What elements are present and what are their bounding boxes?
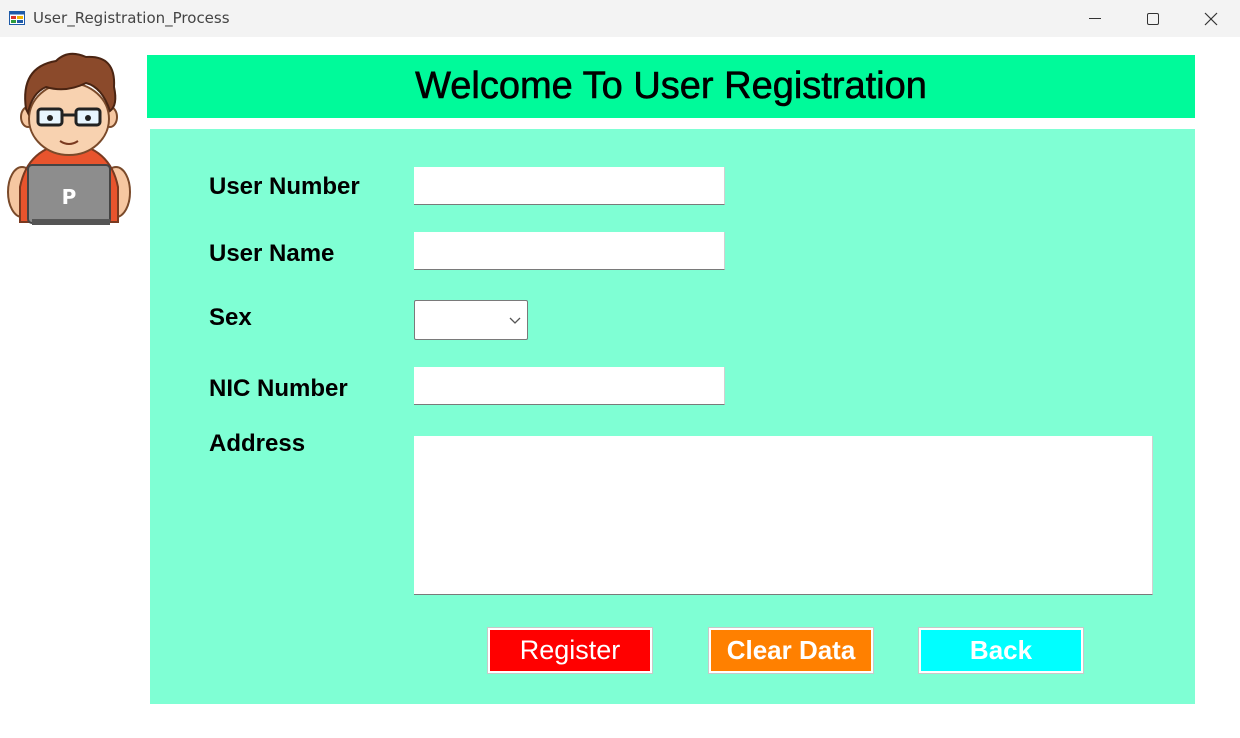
maximize-icon bbox=[1147, 13, 1159, 25]
minimize-icon bbox=[1089, 18, 1101, 19]
user-name-label: User Name bbox=[209, 240, 335, 267]
address-label: Address bbox=[209, 430, 306, 457]
sex-select[interactable] bbox=[414, 300, 528, 340]
user-number-label: User Number bbox=[209, 173, 360, 200]
sex-label: Sex bbox=[209, 304, 252, 331]
window-titlebar[interactable]: User_Registration_Process bbox=[0, 0, 1240, 37]
minimize-button[interactable] bbox=[1066, 0, 1124, 37]
maximize-button[interactable] bbox=[1124, 0, 1182, 37]
clear-data-button[interactable]: Clear Data bbox=[708, 627, 874, 674]
close-icon bbox=[1204, 12, 1218, 26]
back-button[interactable]: Back bbox=[918, 627, 1084, 674]
window-title: User_Registration_Process bbox=[33, 9, 230, 27]
page-title: Welcome To User Registration bbox=[415, 65, 927, 108]
programmer-avatar-icon: P bbox=[7, 52, 131, 225]
address-textarea[interactable] bbox=[414, 436, 1153, 595]
register-button[interactable]: Register bbox=[487, 627, 653, 674]
nic-number-input[interactable] bbox=[414, 367, 725, 405]
user-name-input[interactable] bbox=[414, 232, 725, 270]
chevron-down-icon bbox=[509, 317, 521, 324]
close-button[interactable] bbox=[1182, 0, 1240, 37]
laptop-letter: P bbox=[62, 185, 77, 209]
registration-form-panel bbox=[150, 129, 1195, 704]
header-banner: Welcome To User Registration bbox=[147, 55, 1195, 118]
user-number-input[interactable] bbox=[414, 167, 725, 205]
app-window-icon bbox=[9, 11, 25, 25]
nic-number-label: NIC Number bbox=[209, 375, 348, 402]
